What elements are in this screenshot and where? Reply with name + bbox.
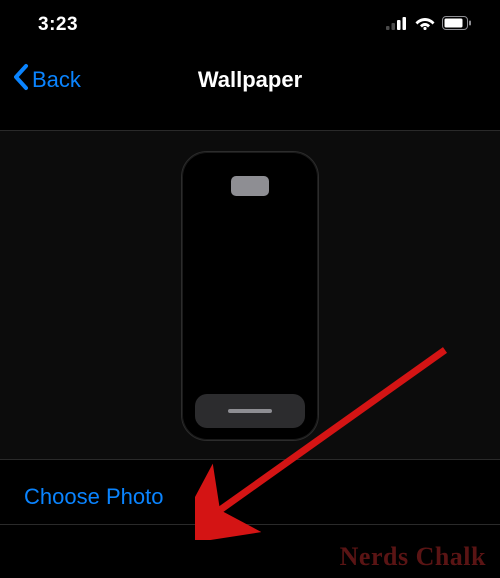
page-title: Wallpaper xyxy=(198,67,302,93)
status-time: 3:23 xyxy=(38,14,78,36)
cellular-icon xyxy=(386,16,408,35)
chevron-left-icon xyxy=(12,63,30,97)
choose-photo-label: Choose Photo xyxy=(24,484,163,509)
home-indicator-icon xyxy=(228,409,272,413)
wifi-icon xyxy=(415,16,435,35)
status-bar: 3:23 xyxy=(0,0,500,46)
battery-icon xyxy=(442,16,472,35)
back-button[interactable]: Back xyxy=(12,63,81,97)
back-label: Back xyxy=(32,67,81,93)
navigation-bar: Back Wallpaper xyxy=(0,52,500,108)
wallpaper-preview-section xyxy=(0,130,500,460)
phone-dock-icon xyxy=(195,394,305,428)
status-indicators xyxy=(386,16,472,35)
phone-preview xyxy=(181,151,319,441)
phone-notch-icon xyxy=(231,176,269,196)
choose-photo-button[interactable]: Choose Photo xyxy=(0,460,500,525)
watermark: Nerds Chalk xyxy=(340,542,486,572)
